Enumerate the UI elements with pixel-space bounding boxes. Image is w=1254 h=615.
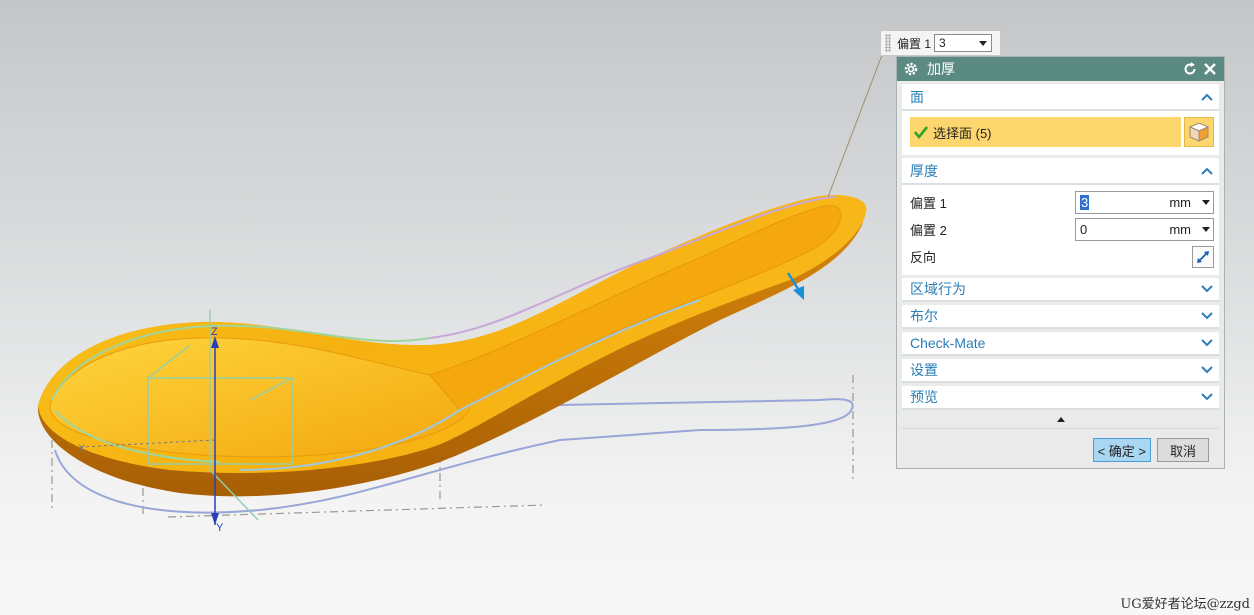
leader-line [827,54,883,198]
offset1-value[interactable]: 3 [1076,195,1150,210]
offset2-unit[interactable]: mm [1150,222,1199,237]
dialog-title: 加厚 [927,61,955,77]
chevron-up-icon[interactable] [1201,93,1213,101]
handle-groove [429,205,842,411]
offset2-label: 偏置 2 [910,223,947,238]
dialog-buttons: < 确定 > 取消 [897,429,1224,462]
offset2-row: 偏置 2 0 mm [902,216,1219,243]
gear-icon [904,62,918,76]
watermark: UG爱好者论坛@zzgd [1120,597,1250,612]
ok-button[interactable]: < 确定 > [1092,438,1151,462]
select-face-field[interactable]: 选择面 (5) [910,117,1181,147]
reverse-label: 反向 [910,250,937,265]
thickness-group: 厚度 偏置 1 3 mm 偏置 2 0 mm 反向 [902,158,1219,275]
axis-y-label: Y [216,522,224,534]
chevron-down-icon[interactable] [1201,366,1213,374]
collapse-more-toggle[interactable] [902,410,1219,429]
offset1-tag-label: 偏置 1 [897,36,932,51]
face-group: 面 选择面 (5) [902,84,1219,155]
face-group-title: 面 [910,89,924,105]
drag-grip-icon[interactable] [885,34,891,52]
offset1-unit[interactable]: mm [1150,195,1199,210]
offset1-row: 偏置 1 3 mm [902,189,1219,216]
thicken-dialog: 加厚 面 选择面 (5) 厚度 偏置 1 3 mm 偏置 2 0 mm 反向 区… [896,56,1225,469]
face-selector-button[interactable] [1184,117,1214,147]
settings-title: 设置 [910,362,938,378]
offset1-label: 偏置 1 [910,196,947,211]
region-behavior-group[interactable]: 区域行为 [902,278,1219,302]
axis-z-label: Z [211,326,218,338]
chevron-down-icon[interactable] [1201,339,1213,347]
offset1-value-text[interactable]: 3 [1080,195,1090,210]
select-face-label: 选择面 (5) [933,125,992,141]
offset2-value[interactable]: 0 [1076,222,1150,237]
region-behavior-title: 区域行为 [910,281,966,297]
chevron-up-icon[interactable] [1201,167,1213,175]
boolean-title: 布尔 [910,308,938,324]
axis-x-label: X [78,443,86,455]
thickness-group-header[interactable]: 厚度 [902,159,1219,185]
face-group-header[interactable]: 面 [902,85,1219,111]
boolean-group[interactable]: 布尔 [902,305,1219,329]
chevron-down-icon[interactable] [1201,393,1213,401]
reverse-row: 反向 [902,243,1219,270]
reset-icon[interactable] [1182,61,1198,77]
caret-up-icon[interactable] [1056,416,1065,422]
reverse-direction-icon [1197,250,1209,263]
cancel-button[interactable]: 取消 [1157,438,1209,462]
preview-title: 预览 [910,389,938,405]
close-icon[interactable] [1202,61,1218,77]
offset2-input[interactable]: 0 mm [1075,218,1214,241]
cube-icon [1188,122,1210,142]
offset1-tag-field[interactable]: 3 [934,34,993,52]
offset1-tag-value[interactable]: 3 [939,36,946,50]
dialog-titlebar[interactable]: 加厚 [897,57,1224,81]
chevron-down-icon[interactable] [1201,312,1213,320]
select-face-row: 选择面 (5) [902,111,1219,155]
offset1-onscreen-input[interactable]: 偏置 1 3 [880,30,1001,56]
dropdown-arrow-icon[interactable] [1202,227,1210,232]
dropdown-arrow-icon[interactable] [1202,200,1210,205]
preview-group[interactable]: 预览 [902,386,1219,410]
chevron-down-icon[interactable] [1201,285,1213,293]
check-mate-group[interactable]: Check-Mate [902,332,1219,356]
thickness-group-title: 厚度 [910,163,938,179]
checkmark-icon [914,126,928,139]
check-mate-title: Check-Mate [910,335,986,351]
settings-group[interactable]: 设置 [902,359,1219,383]
offset1-input[interactable]: 3 mm [1075,191,1214,214]
dropdown-arrow-icon[interactable] [979,40,988,46]
reverse-direction-button[interactable] [1192,245,1214,268]
